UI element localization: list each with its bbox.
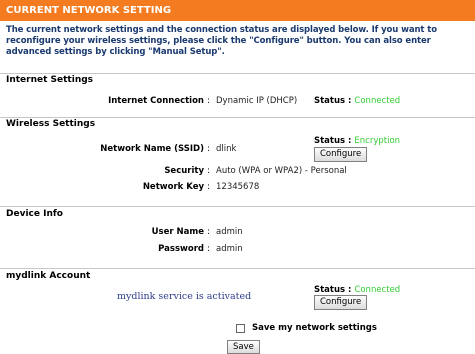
mydlink-status: Status : Connected	[314, 285, 400, 295]
password-value: admin	[216, 244, 243, 254]
separator: :	[207, 144, 210, 154]
device-info-title: Device Info	[6, 209, 63, 219]
ssid-label: Network Name (SSID)	[100, 144, 204, 154]
wireless-settings-title: Wireless Settings	[6, 119, 96, 129]
user-name-label: User Name	[151, 227, 204, 237]
internet-settings-title: Internet Settings	[6, 75, 94, 85]
mydlink-account-title: mydlink Account	[6, 271, 91, 281]
wireless-status-value: Encryption	[354, 136, 401, 146]
wireless-configure-button[interactable]: Configure	[314, 147, 368, 162]
separator: :	[207, 182, 210, 192]
ssid-value: dlink	[216, 144, 237, 154]
save-settings-label: Save my network settings	[252, 323, 377, 333]
mydlink-status-message: mydlink service is activated	[117, 291, 252, 302]
separator: :	[207, 244, 210, 254]
network-key-label: Network Key	[142, 182, 204, 192]
mydlink-configure-button[interactable]: Configure	[314, 295, 368, 310]
section-divider	[0, 206, 475, 207]
save-button[interactable]: Save	[227, 340, 260, 354]
section-divider	[0, 117, 475, 118]
network-key-value: 12345678	[216, 182, 260, 192]
internet-connection-value: Dynamic IP (DHCP)	[216, 96, 298, 106]
mydlink-status-value: Connected	[354, 285, 401, 295]
password-label: Password	[158, 244, 204, 254]
wireless-status: Status : Encryption	[314, 136, 400, 146]
page-header: CURRENT NETWORK SETTING	[0, 0, 475, 21]
internet-status-value: Connected	[354, 96, 401, 106]
network-setting-page: CURRENT NETWORK SETTING The current netw…	[0, 0, 475, 354]
wireless-status-label: Status :	[314, 136, 352, 146]
section-divider	[0, 73, 475, 74]
separator: :	[207, 166, 210, 176]
save-settings-checkbox[interactable]	[236, 324, 245, 333]
security-value: Auto (WPA or WPA2) - Personal	[216, 166, 347, 176]
user-name-value: admin	[216, 227, 243, 237]
separator: :	[207, 227, 210, 237]
mydlink-status-label: Status :	[314, 285, 352, 295]
security-label: Security	[164, 166, 204, 176]
internet-status-label: Status :	[314, 96, 352, 106]
separator: :	[207, 96, 210, 106]
section-divider	[0, 268, 475, 269]
internet-status: Status : Connected	[314, 96, 400, 106]
internet-connection-label: Internet Connection	[108, 96, 204, 106]
intro-text: The current network settings and the con…	[6, 25, 437, 57]
